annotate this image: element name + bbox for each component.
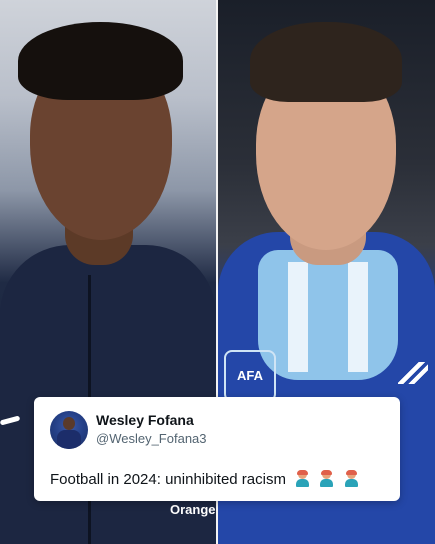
person-facepalming-emoji-icon	[319, 470, 334, 487]
right-player-shirt	[258, 250, 398, 380]
left-sponsor-text: Orange	[170, 502, 216, 517]
avatar	[50, 411, 88, 449]
right-afa-crest: AFA	[224, 350, 276, 402]
right-shirt-white-stripe-2	[348, 262, 368, 372]
right-shirt-white-stripe	[288, 262, 308, 372]
afa-crest-label: AFA	[237, 368, 263, 383]
person-facepalming-emoji-icon	[295, 470, 310, 487]
person-facepalming-emoji-icon	[344, 470, 359, 487]
right-brand-logo-icon	[398, 362, 428, 384]
tweet-author-name: Wesley Fofana	[96, 412, 194, 428]
tweet-text-line: Football in 2024: uninhibited racism	[50, 470, 359, 488]
tweet-text: Football in 2024: uninhibited racism	[50, 471, 286, 488]
left-player-hair	[18, 22, 183, 100]
tweet-author-handle: @Wesley_Fofana3	[96, 431, 207, 446]
tweet-card: Wesley Fofana @Wesley_Fofana3 Football i…	[34, 397, 400, 501]
avatar-head	[63, 417, 75, 430]
right-player-hair	[250, 22, 402, 102]
avatar-body	[57, 430, 81, 449]
